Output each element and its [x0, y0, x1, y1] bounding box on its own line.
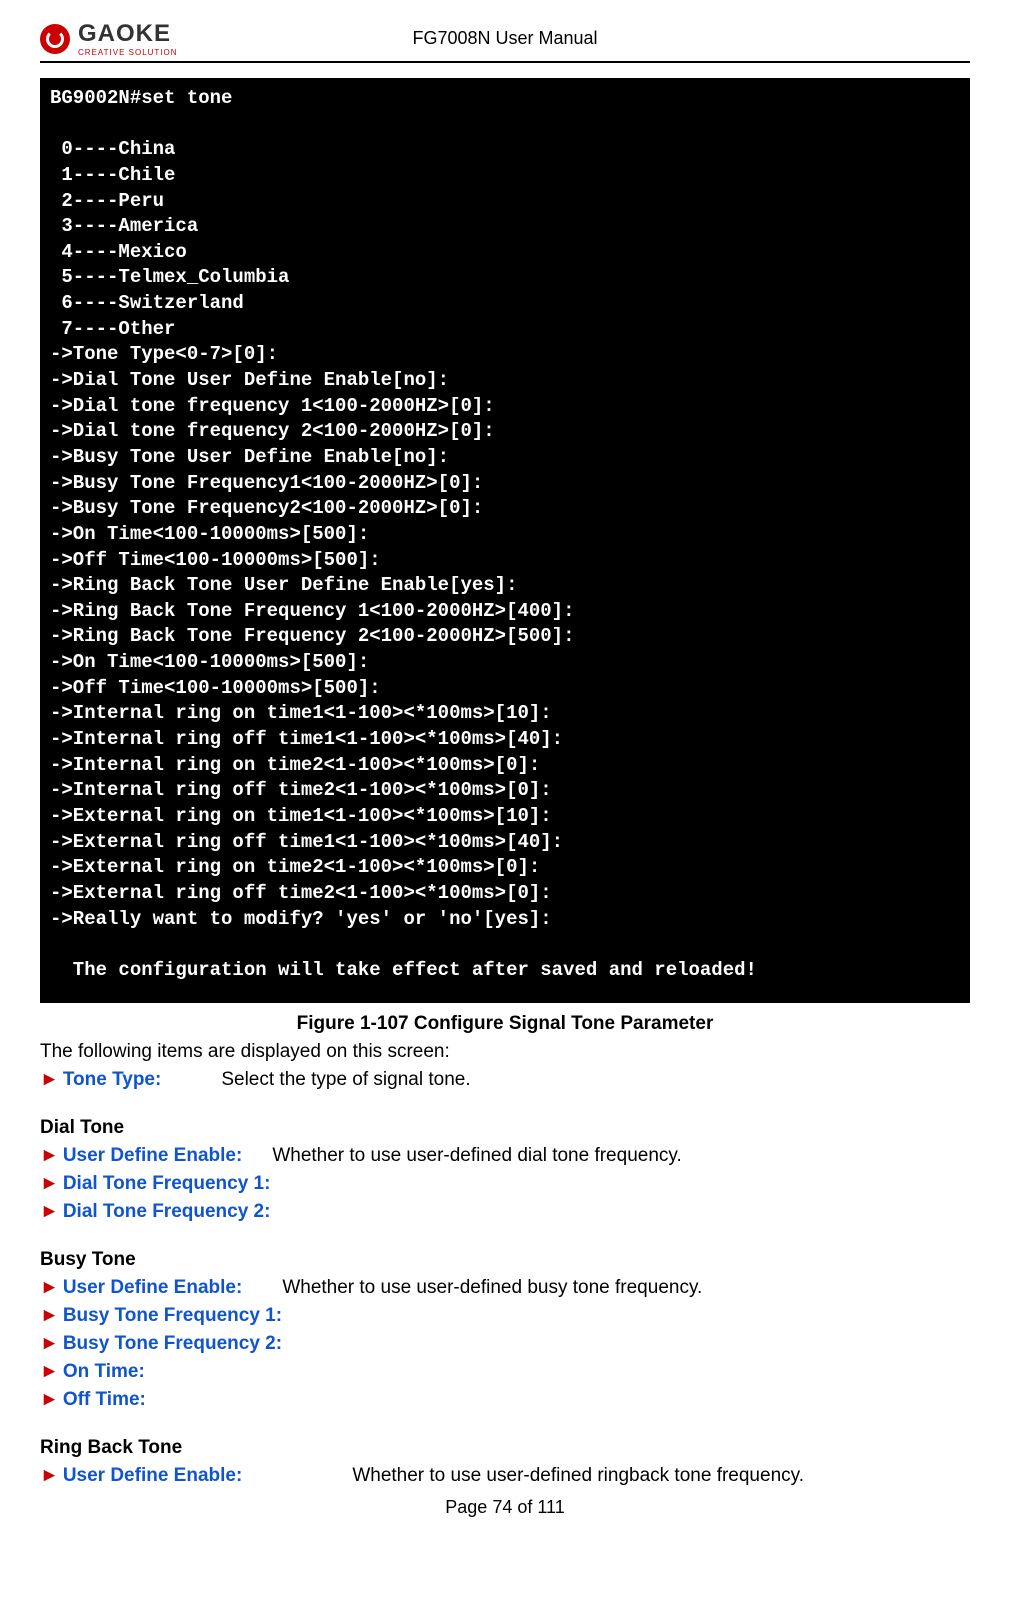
arrow-icon: ► [40, 1361, 59, 1383]
logo-icon [40, 24, 70, 54]
intro-text: The following items are displayed on thi… [40, 1041, 970, 1063]
arrow-icon: ► [40, 1333, 59, 1355]
param-label: Dial Tone Frequency 2: [63, 1201, 271, 1223]
param-ringback-ude: ► User Define Enable: Whether to use use… [40, 1465, 970, 1487]
arrow-icon: ► [40, 1465, 59, 1487]
param-label: Off Time: [63, 1389, 146, 1411]
param-busy-ude: ► User Define Enable: Whether to use use… [40, 1277, 970, 1299]
arrow-icon: ► [40, 1173, 59, 1195]
param-desc: Whether to use user-defined dial tone fr… [272, 1145, 681, 1167]
param-label: User Define Enable: [63, 1277, 243, 1299]
param-label: Tone Type: [63, 1069, 162, 1091]
param-desc: Whether to use user-defined busy tone fr… [282, 1277, 702, 1299]
section-dial-tone: Dial Tone [40, 1117, 970, 1139]
param-busy-f1: ► Busy Tone Frequency 1: [40, 1305, 970, 1327]
page-header: GAOKE CREATIVE SOLUTION FG7008N User Man… [40, 20, 970, 63]
param-desc: Whether to use user-defined ringback ton… [352, 1465, 804, 1487]
manual-title: FG7008N User Manual [412, 28, 597, 49]
param-label: Busy Tone Frequency 1: [63, 1305, 282, 1327]
param-desc: Select the type of signal tone. [221, 1069, 470, 1091]
logo-tagline: CREATIVE SOLUTION [78, 48, 178, 57]
arrow-icon: ► [40, 1201, 59, 1223]
param-busy-ontime: ► On Time: [40, 1361, 970, 1383]
param-tone-type: ► Tone Type: Select the type of signal t… [40, 1069, 970, 1091]
param-dial-ude: ► User Define Enable: Whether to use use… [40, 1145, 970, 1167]
figure-caption: Figure 1-107 Configure Signal Tone Param… [40, 1013, 970, 1035]
param-busy-offtime: ► Off Time: [40, 1389, 970, 1411]
section-ringback-tone: Ring Back Tone [40, 1437, 970, 1459]
param-label: User Define Enable: [63, 1465, 243, 1487]
section-busy-tone: Busy Tone [40, 1249, 970, 1271]
param-label: Busy Tone Frequency 2: [63, 1333, 282, 1355]
logo: GAOKE CREATIVE SOLUTION [40, 20, 178, 57]
param-busy-f2: ► Busy Tone Frequency 2: [40, 1333, 970, 1355]
arrow-icon: ► [40, 1389, 59, 1411]
terminal-screenshot: BG9002N#set tone 0----China 1----Chile 2… [40, 78, 970, 1003]
arrow-icon: ► [40, 1145, 59, 1167]
param-label: On Time: [63, 1361, 145, 1383]
logo-brand: GAOKE [78, 20, 178, 48]
param-dial-f1: ► Dial Tone Frequency 1: [40, 1173, 970, 1195]
arrow-icon: ► [40, 1305, 59, 1327]
page-footer: Page 74 of 111 [40, 1497, 970, 1518]
arrow-icon: ► [40, 1277, 59, 1299]
param-dial-f2: ► Dial Tone Frequency 2: [40, 1201, 970, 1223]
arrow-icon: ► [40, 1069, 59, 1091]
param-label: User Define Enable: [63, 1145, 243, 1167]
param-label: Dial Tone Frequency 1: [63, 1173, 271, 1195]
